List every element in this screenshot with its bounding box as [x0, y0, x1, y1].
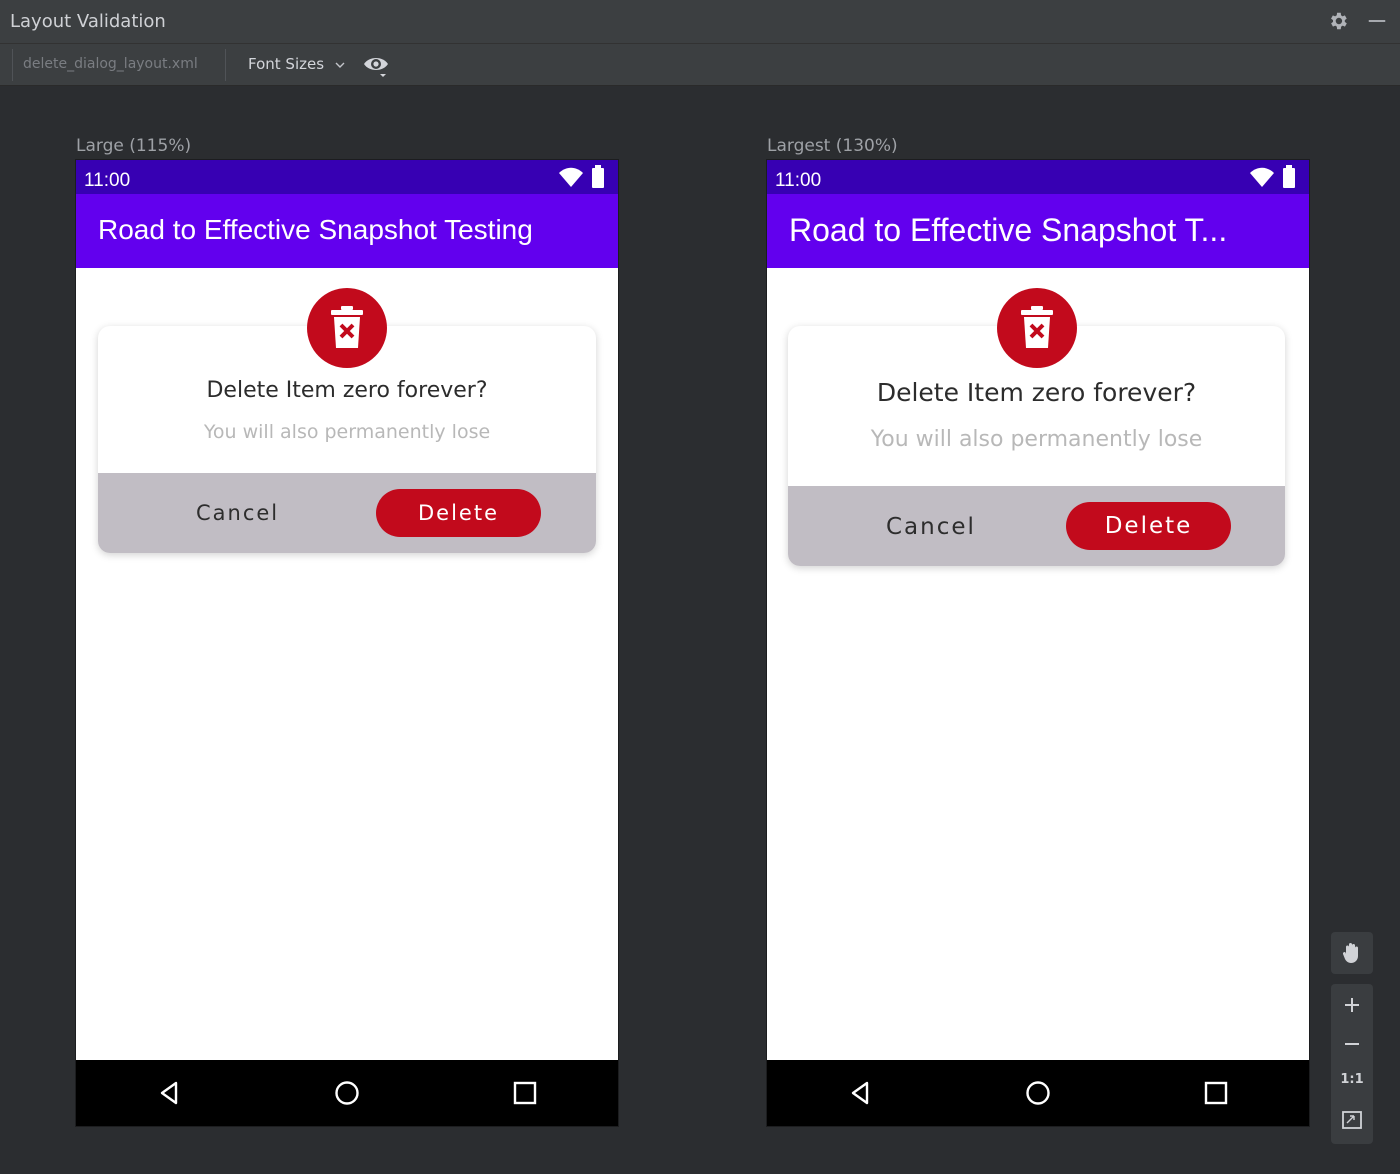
recents-icon[interactable] [510, 1078, 540, 1108]
hand-icon[interactable] [1341, 941, 1363, 965]
zoom-out-icon[interactable] [1343, 1035, 1361, 1053]
back-icon[interactable] [154, 1078, 184, 1108]
trash-badge [997, 288, 1077, 368]
app-bar: Road to Effective Snapshot Testing [76, 194, 618, 268]
font-sizes-dropdown[interactable]: Font Sizes [248, 55, 324, 73]
trash-badge [307, 288, 387, 368]
zoom-in-icon[interactable] [1343, 996, 1361, 1014]
home-icon[interactable] [1023, 1078, 1053, 1108]
file-name: delete_dialog_layout.xml [23, 56, 198, 72]
trash-icon [1021, 306, 1053, 348]
eye-icon[interactable] [362, 53, 390, 79]
dialog-actions: Cancel Delete [788, 486, 1285, 566]
app-title: Road to Effective Snapshot T... [789, 212, 1228, 248]
chevron-down-icon[interactable] [333, 58, 347, 72]
file-tab[interactable]: delete_dialog_layout.xml [12, 49, 226, 81]
phone-preview-largest: 11:00 Road to Effective Snapshot T... De… [767, 160, 1309, 1126]
actual-size-button[interactable]: 1:1 [1331, 1072, 1373, 1087]
wifi-icon [559, 167, 583, 187]
battery-icon [592, 165, 604, 188]
cancel-button[interactable]: Cancel [886, 514, 976, 540]
delete-button[interactable]: Delete [376, 489, 541, 537]
dialog-subtext: You will also permanently lose [870, 427, 1203, 452]
wifi-icon [1250, 167, 1274, 187]
navigation-bar [767, 1060, 1309, 1126]
status-bar: 11:00 [76, 160, 618, 194]
preview-label-large: Large (115%) [76, 136, 192, 156]
trash-icon [331, 306, 363, 348]
delete-button[interactable]: Delete [1066, 502, 1231, 550]
app-title: Road to Effective Snapshot Testing [98, 214, 533, 245]
status-time: 11:00 [84, 170, 131, 191]
minimize-icon[interactable] [1366, 10, 1388, 32]
title-bar: Layout Validation [0, 0, 1400, 44]
dialog-actions: Cancel Delete [98, 473, 596, 553]
dialog-subtext: You will also permanently lose [203, 421, 491, 443]
status-time: 11:00 [775, 170, 822, 191]
app-bar: Road to Effective Snapshot T... [767, 194, 1309, 268]
navigation-bar [76, 1060, 618, 1126]
home-icon[interactable] [332, 1078, 362, 1108]
dialog-headline: Delete Item zero forever? [206, 378, 488, 403]
status-bar: 11:00 [767, 160, 1309, 194]
dialog-headline: Delete Item zero forever? [876, 378, 1197, 407]
phone-preview-large: 11:00 Road to Effective Snapshot Testing… [76, 160, 618, 1126]
window-title: Layout Validation [10, 11, 166, 32]
battery-icon [1283, 165, 1295, 188]
zoom-tool-group: 1:1 [1331, 984, 1373, 1144]
pan-tool-group [1331, 932, 1373, 974]
preview-label-largest: Largest (130%) [767, 136, 898, 156]
fit-screen-icon[interactable] [1342, 1111, 1362, 1129]
back-icon[interactable] [845, 1078, 875, 1108]
toolbar: delete_dialog_layout.xml Font Sizes [0, 44, 1400, 86]
cancel-button[interactable]: Cancel [196, 501, 279, 525]
recents-icon[interactable] [1201, 1078, 1231, 1108]
gear-icon[interactable] [1327, 10, 1349, 32]
